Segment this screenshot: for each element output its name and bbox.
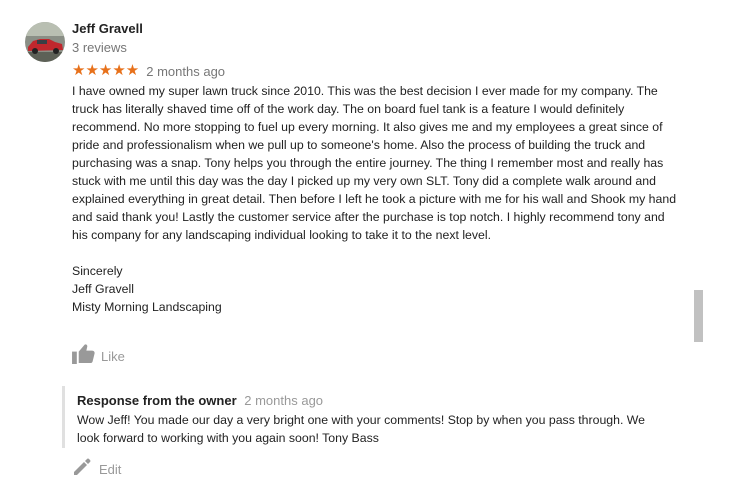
reviewer-name[interactable]: Jeff Gravell: [72, 21, 143, 36]
rating-row: ★★★★★ 2 months ago: [72, 63, 225, 79]
star-rating: ★★★★★: [72, 62, 140, 79]
owner-response-date: 2 months ago: [244, 393, 324, 408]
owner-response-header: Response from the owner 2 months ago: [77, 393, 323, 408]
owner-response-title: Response from the owner: [77, 393, 237, 408]
review-signature-company: Misty Morning Landscaping: [72, 300, 222, 314]
thumbs-up-icon[interactable]: [72, 343, 95, 369]
like-button[interactable]: Like: [72, 343, 125, 369]
review-signature-name: Jeff Gravell: [72, 282, 134, 296]
review-signoff: Sincerely: [72, 264, 123, 278]
scrollbar-thumb[interactable]: [694, 290, 703, 342]
pencil-icon[interactable]: [72, 457, 92, 482]
review-date: 2 months ago: [146, 63, 226, 79]
edit-label[interactable]: Edit: [99, 462, 121, 477]
owner-response: Response from the owner 2 months ago Wow…: [62, 386, 665, 448]
reviewer-review-count: 3 reviews: [72, 40, 127, 55]
review-text: I have owned my super lawn truck since 2…: [72, 84, 677, 242]
reviewer-avatar[interactable]: [25, 22, 65, 62]
edit-button[interactable]: Edit: [72, 457, 121, 482]
like-label[interactable]: Like: [101, 349, 125, 364]
owner-response-text: Wow Jeff! You made our day a very bright…: [77, 413, 646, 445]
review-body: I have owned my super lawn truck since 2…: [72, 82, 682, 316]
